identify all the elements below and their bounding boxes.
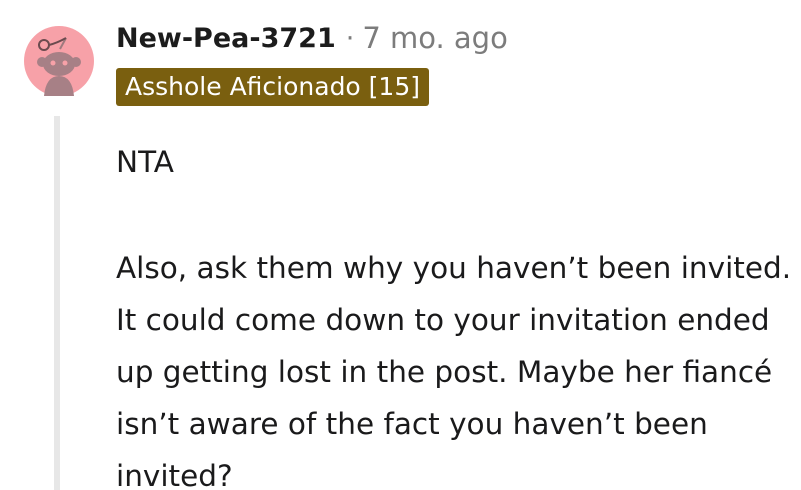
timestamp[interactable]: 7 mo. ago xyxy=(362,21,508,55)
meta-separator: · xyxy=(345,22,355,54)
username-link[interactable]: New-Pea-3721 xyxy=(116,23,336,54)
comment-paragraph-1: NTA xyxy=(116,145,174,179)
comment: New-Pea-3721 · 7 mo. ago Asshole Aficion… xyxy=(0,0,801,490)
reddit-snoo-avatar-icon xyxy=(24,26,94,96)
thread-line[interactable] xyxy=(54,116,60,490)
comment-meta: New-Pea-3721 · 7 mo. ago xyxy=(116,18,508,58)
user-flair-badge: Asshole Aficionado [15] xyxy=(116,68,429,106)
comment-body: NTA Also, ask them why you haven’t been … xyxy=(116,136,796,490)
comment-paragraph-2: Also, ask them why you haven’t been invi… xyxy=(116,251,792,490)
avatar[interactable] xyxy=(24,26,94,96)
